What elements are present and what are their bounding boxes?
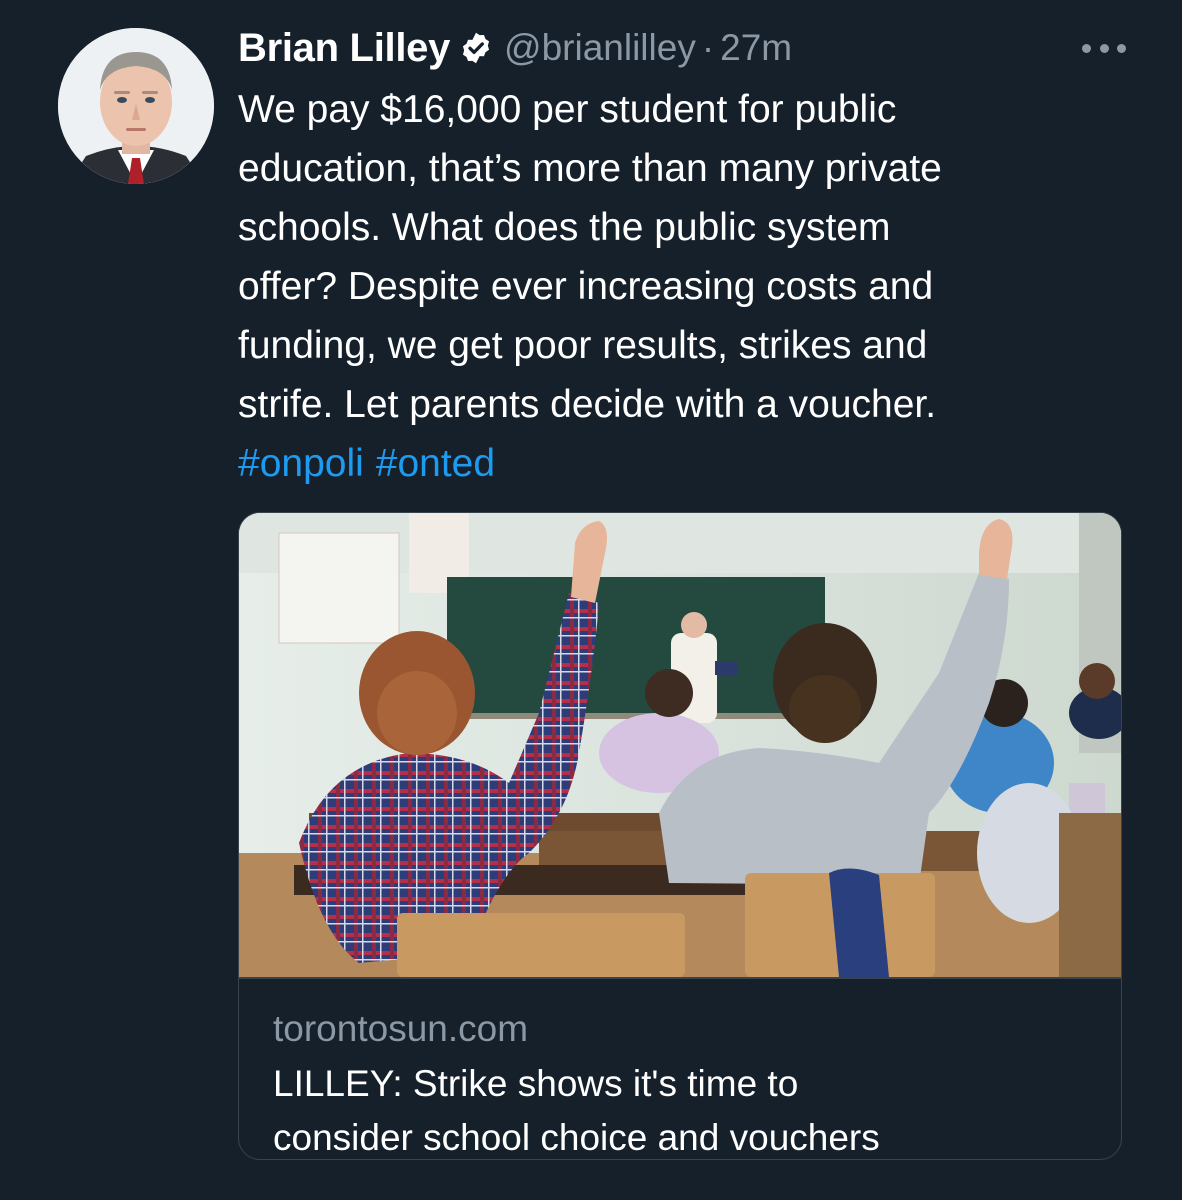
tweet-text-line: education, that’s more than many private <box>238 147 942 190</box>
classroom-photo <box>239 513 1121 977</box>
author-name[interactable]: Brian Lilley <box>238 26 450 71</box>
tweet-text-line: We pay $16,000 per student for public <box>238 88 897 131</box>
avatar-photo <box>58 28 214 184</box>
hashtag-line: #onpoli #onted <box>238 434 1118 493</box>
card-image[interactable] <box>239 513 1121 977</box>
verified-badge-icon <box>462 32 490 64</box>
card-divider <box>239 977 1121 979</box>
card-title-line: consider school choice and vouchers <box>273 1117 880 1158</box>
more-dot <box>1099 43 1109 53</box>
tweet-text-line: strife. Let parents decide with a vouche… <box>238 383 937 426</box>
avatar[interactable] <box>58 28 214 184</box>
tweet-timestamp[interactable]: 27m <box>720 27 792 69</box>
author-handle[interactable]: @brianlilley <box>504 27 696 69</box>
tweet-text-line: schools. What does the public system <box>238 206 891 249</box>
tweet-text-line: funding, we get poor results, strikes an… <box>238 324 928 367</box>
card-title-line: LILLEY: Strike shows it's time to <box>273 1063 799 1104</box>
tweet: Brian Lilley @brianlilley · 27m We pay $… <box>0 0 1182 1200</box>
tweet-text: We pay $16,000 per student for public ed… <box>238 80 1118 493</box>
card-domain: torontosun.com <box>273 1008 529 1049</box>
hashtag-link[interactable]: #onpoli <box>238 442 364 485</box>
separator-dot: · <box>701 27 715 68</box>
tweet-text-line: offer? Despite ever increasing costs and <box>238 265 934 308</box>
link-preview-card[interactable]: torontosun.com LILLEY: Strike shows it's… <box>238 512 1122 1160</box>
more-dot <box>1117 43 1126 53</box>
card-title: LILLEY: Strike shows it's time to consid… <box>273 1057 1103 1159</box>
tweet-header: Brian Lilley @brianlilley · 27m <box>238 22 792 74</box>
hashtag-link[interactable]: #onted <box>376 442 495 485</box>
more-options-icon[interactable] <box>1082 36 1126 60</box>
more-dot <box>1082 43 1091 53</box>
card-text[interactable]: torontosun.com LILLEY: Strike shows it's… <box>273 1005 1103 1159</box>
